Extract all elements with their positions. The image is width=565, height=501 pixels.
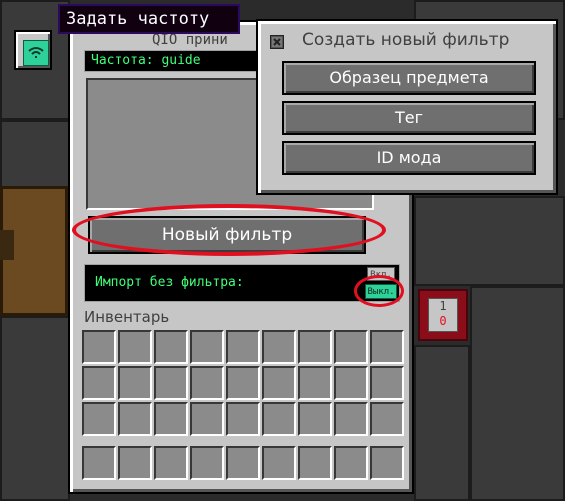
inventory-slot[interactable] xyxy=(154,446,188,480)
side-config-top-value: 1 xyxy=(439,299,447,313)
new-filter-button[interactable]: Новый фильтр xyxy=(88,216,366,254)
frequency-display[interactable]: Частота: guide xyxy=(84,50,264,72)
close-icon[interactable] xyxy=(270,35,284,49)
inventory-slot[interactable] xyxy=(298,402,332,436)
stone-block xyxy=(414,345,470,501)
inventory-slot[interactable] xyxy=(226,402,260,436)
stone-block xyxy=(470,286,565,501)
inventory-slot[interactable] xyxy=(190,402,224,436)
tag-button[interactable]: Тег xyxy=(282,101,536,135)
chest-latch xyxy=(0,230,14,260)
inventory-slot[interactable] xyxy=(118,402,152,436)
inventory-grid xyxy=(82,330,404,436)
inventory-slot[interactable] xyxy=(154,402,188,436)
inventory-slot[interactable] xyxy=(334,402,368,436)
inventory-slot[interactable] xyxy=(298,330,332,364)
inventory-slot[interactable] xyxy=(370,446,404,480)
inventory-slot[interactable] xyxy=(370,402,404,436)
hotbar xyxy=(82,446,404,480)
inventory-slot[interactable] xyxy=(262,366,296,400)
inventory-slot[interactable] xyxy=(298,366,332,400)
inventory-slot[interactable] xyxy=(370,366,404,400)
stone-block xyxy=(0,316,70,501)
create-filter-popup: Создать новый фильтр Образец предмета Те… xyxy=(256,19,558,195)
toggle-on-button[interactable]: Вкл. xyxy=(367,267,395,281)
frequency-tooltip: Задать частоту xyxy=(58,4,240,34)
inventory-slot[interactable] xyxy=(82,446,116,480)
toggle-off-button[interactable]: Выкл. xyxy=(365,284,397,299)
inventory-slot[interactable] xyxy=(226,446,260,480)
inventory-slot[interactable] xyxy=(334,330,368,364)
inventory-label: Инвентарь xyxy=(84,308,170,326)
set-frequency-button[interactable] xyxy=(14,30,52,70)
import-without-filter-row: Импорт без фильтра: Вкл. Выкл. xyxy=(84,264,400,302)
inventory-slot[interactable] xyxy=(190,330,224,364)
stone-block xyxy=(0,120,70,190)
inventory-slot[interactable] xyxy=(262,446,296,480)
wifi-signal-icon xyxy=(23,40,49,66)
mod-id-button[interactable]: ID мода xyxy=(282,141,536,175)
inventory-slot[interactable] xyxy=(118,446,152,480)
import-without-filter-label: Импорт без фильтра: xyxy=(95,275,244,290)
inventory-slot[interactable] xyxy=(334,446,368,480)
inventory-slot[interactable] xyxy=(262,330,296,364)
side-config-tab[interactable]: 1 0 xyxy=(418,289,468,341)
inventory-slot[interactable] xyxy=(190,446,224,480)
inventory-slot[interactable] xyxy=(82,366,116,400)
inventory-slot[interactable] xyxy=(226,366,260,400)
side-config-bottom-value: 0 xyxy=(439,314,447,328)
popup-title: Создать новый фильтр xyxy=(302,30,510,50)
item-sample-button[interactable]: Образец предмета xyxy=(282,61,536,95)
panel-title: QIO прини xyxy=(152,32,228,48)
inventory-slot[interactable] xyxy=(190,366,224,400)
inventory-slot[interactable] xyxy=(262,402,296,436)
inventory-slot[interactable] xyxy=(154,330,188,364)
inventory-slot[interactable] xyxy=(370,330,404,364)
inventory-slot[interactable] xyxy=(226,330,260,364)
side-config-counter: 1 0 xyxy=(428,298,458,332)
inventory-slot[interactable] xyxy=(298,446,332,480)
inventory-slot[interactable] xyxy=(82,402,116,436)
inventory-slot[interactable] xyxy=(82,330,116,364)
inventory-slot[interactable] xyxy=(118,366,152,400)
inventory-slot[interactable] xyxy=(334,366,368,400)
inventory-slot[interactable] xyxy=(118,330,152,364)
inventory-slot[interactable] xyxy=(154,366,188,400)
stone-block xyxy=(414,196,565,286)
